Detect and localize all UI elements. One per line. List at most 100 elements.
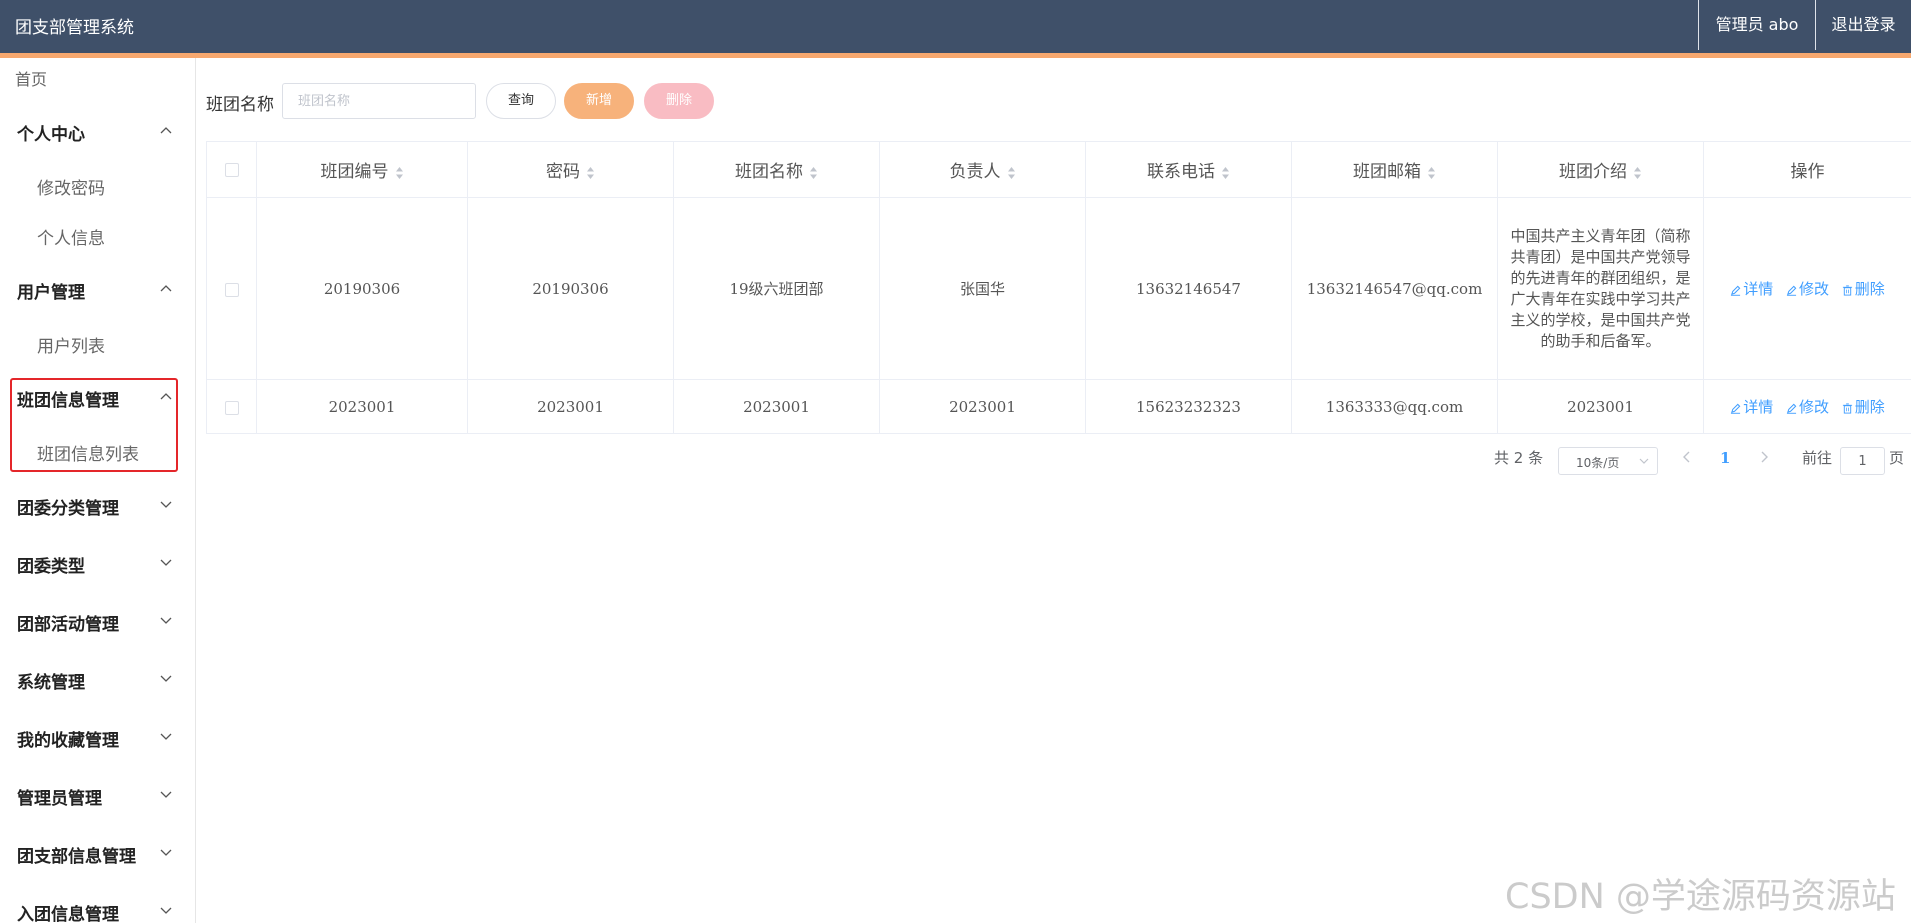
edit-icon	[1786, 403, 1797, 414]
edit-icon	[1786, 285, 1797, 296]
sidebar-group-branch-info[interactable]: 团支部信息管理	[0, 826, 195, 882]
cell-actions: 详情 修改 删除	[1703, 197, 1911, 380]
sidebar-item-user-list[interactable]: 用户列表	[37, 332, 105, 357]
column-header[interactable]: 密码	[467, 141, 674, 198]
query-button[interactable]: 查询	[486, 83, 556, 119]
goto-page-input[interactable]	[1840, 447, 1885, 475]
page-size-select[interactable]: 10条/页	[1558, 447, 1658, 475]
cell-password: 20190306	[467, 197, 674, 380]
sidebar-group-personal-center[interactable]: 个人中心	[0, 104, 195, 160]
watermark: CSDN @学途源码资源站	[1505, 877, 1896, 917]
column-header[interactable]: 班团邮箱	[1291, 141, 1498, 198]
sort-icon[interactable]	[586, 166, 595, 180]
checkbox[interactable]	[224, 163, 239, 177]
sidebar-group-favorites[interactable]: 我的收藏管理	[0, 710, 195, 766]
edit-icon	[1731, 403, 1741, 414]
sidebar-group-label: 我的收藏管理	[17, 731, 119, 751]
edit-link[interactable]: 修改	[1786, 398, 1829, 416]
chevron-down-icon	[160, 559, 172, 566]
column-header[interactable]: 班团名称	[673, 141, 880, 198]
cell-phone: 15623232323	[1085, 379, 1292, 434]
chevron-down-icon	[160, 849, 172, 856]
trash-icon	[1842, 403, 1852, 414]
logout-button[interactable]: 退出登录	[1815, 0, 1911, 50]
main-content: 班团名称 查询 新增 删除 班团编号 密码 班团名称 负责人 联系电话 班团邮箱…	[196, 58, 1911, 923]
sidebar-group-join-info[interactable]: 入团信息管理	[0, 884, 195, 923]
sidebar-group-label: 团部活动管理	[17, 615, 119, 635]
detail-link[interactable]: 详情	[1730, 280, 1773, 298]
edit-icon	[1731, 285, 1741, 296]
sort-icon[interactable]	[809, 166, 818, 180]
sidebar-group-admin-management[interactable]: 管理员管理	[0, 768, 195, 824]
detail-link[interactable]: 详情	[1730, 398, 1773, 416]
admin-user-label[interactable]: 管理员 abo	[1698, 0, 1815, 50]
sidebar-group-label: 入团信息管理	[17, 905, 119, 923]
search-label: 班团名称	[206, 95, 274, 115]
chevron-down-icon	[160, 791, 172, 798]
cell-leader: 2023001	[879, 379, 1086, 434]
sort-icon[interactable]	[1221, 166, 1230, 180]
checkbox[interactable]	[224, 282, 239, 297]
sidebar-group-label: 系统管理	[17, 673, 85, 693]
sidebar: 首页 个人中心 修改密码 个人信息 用户管理 用户列表 班团信息管理 班团信息列…	[0, 58, 196, 923]
delete-link[interactable]: 删除	[1842, 398, 1885, 416]
data-table: 班团编号 密码 班团名称 负责人 联系电话 班团邮箱 班团介绍 操作 20190…	[206, 141, 1911, 434]
column-header[interactable]: 负责人	[879, 141, 1086, 198]
chevron-down-icon	[160, 617, 172, 624]
sidebar-group-user-management[interactable]: 用户管理	[0, 262, 195, 318]
app-title: 团支部管理系统	[15, 18, 134, 38]
cell-leader: 张国华	[879, 197, 1086, 380]
column-header[interactable]: 联系电话	[1085, 141, 1292, 198]
add-button[interactable]: 新增	[564, 83, 634, 119]
pager-total: 共 2 条	[1494, 449, 1544, 467]
sort-icon[interactable]	[1633, 166, 1642, 180]
header-select-all[interactable]	[206, 141, 257, 198]
cell-id: 20190306	[256, 197, 468, 380]
cell-email: 13632146547@qq.com	[1291, 197, 1498, 380]
sidebar-group-label: 个人中心	[17, 125, 85, 145]
sidebar-group-committee-type[interactable]: 团委类型	[0, 536, 195, 592]
chevron-down-icon	[160, 501, 172, 508]
sidebar-group-label: 团支部信息管理	[17, 847, 136, 867]
chevron-down-icon	[160, 675, 172, 682]
chevron-down-icon	[160, 733, 172, 740]
next-page-icon[interactable]	[1759, 450, 1769, 464]
row-select[interactable]	[206, 379, 257, 434]
table-row: 20190306 20190306 19级六班团部 张国华 1363214654…	[206, 197, 1911, 380]
sidebar-group-system-management[interactable]: 系统管理	[0, 652, 195, 708]
checkbox[interactable]	[224, 400, 239, 415]
cell-actions: 详情 修改 删除	[1703, 379, 1911, 434]
sidebar-item-home[interactable]: 首页	[15, 66, 47, 90]
prev-page-icon[interactable]	[1682, 450, 1692, 464]
sort-icon[interactable]	[1007, 166, 1016, 180]
trash-icon	[1842, 285, 1852, 296]
cell-id: 2023001	[256, 379, 468, 434]
sidebar-group-label: 团委分类管理	[17, 499, 119, 519]
table-row: 2023001 2023001 2023001 2023001 15623232…	[206, 379, 1911, 434]
sidebar-group-label: 团委类型	[17, 557, 85, 577]
table-header-row: 班团编号 密码 班团名称 负责人 联系电话 班团邮箱 班团介绍 操作	[206, 141, 1911, 198]
sidebar-group-committee-category[interactable]: 团委分类管理	[0, 478, 195, 534]
edit-link[interactable]: 修改	[1786, 280, 1829, 298]
sidebar-item-personal-info[interactable]: 个人信息	[37, 224, 105, 249]
sidebar-group-activity-management[interactable]: 团部活动管理	[0, 594, 195, 650]
highlight-box	[10, 378, 178, 472]
sidebar-group-label: 用户管理	[17, 283, 85, 303]
sidebar-item-change-password[interactable]: 修改密码	[37, 174, 105, 199]
cell-name: 19级六班团部	[673, 197, 880, 380]
chevron-down-icon	[160, 907, 172, 914]
chevron-up-icon	[160, 285, 172, 292]
batch-delete-button[interactable]: 删除	[644, 83, 714, 119]
page-number-current[interactable]: 1	[1720, 449, 1730, 467]
sidebar-group-label: 管理员管理	[17, 789, 102, 809]
sort-icon[interactable]	[1427, 166, 1436, 180]
column-header[interactable]: 班团介绍	[1497, 141, 1704, 198]
chevron-up-icon	[160, 127, 172, 134]
column-header[interactable]: 班团编号	[256, 141, 468, 198]
delete-link[interactable]: 删除	[1842, 280, 1885, 298]
sort-icon[interactable]	[395, 166, 404, 180]
search-input[interactable]	[282, 83, 476, 119]
chevron-down-icon	[1639, 458, 1649, 464]
goto-unit: 页	[1889, 449, 1905, 467]
row-select[interactable]	[206, 197, 257, 380]
